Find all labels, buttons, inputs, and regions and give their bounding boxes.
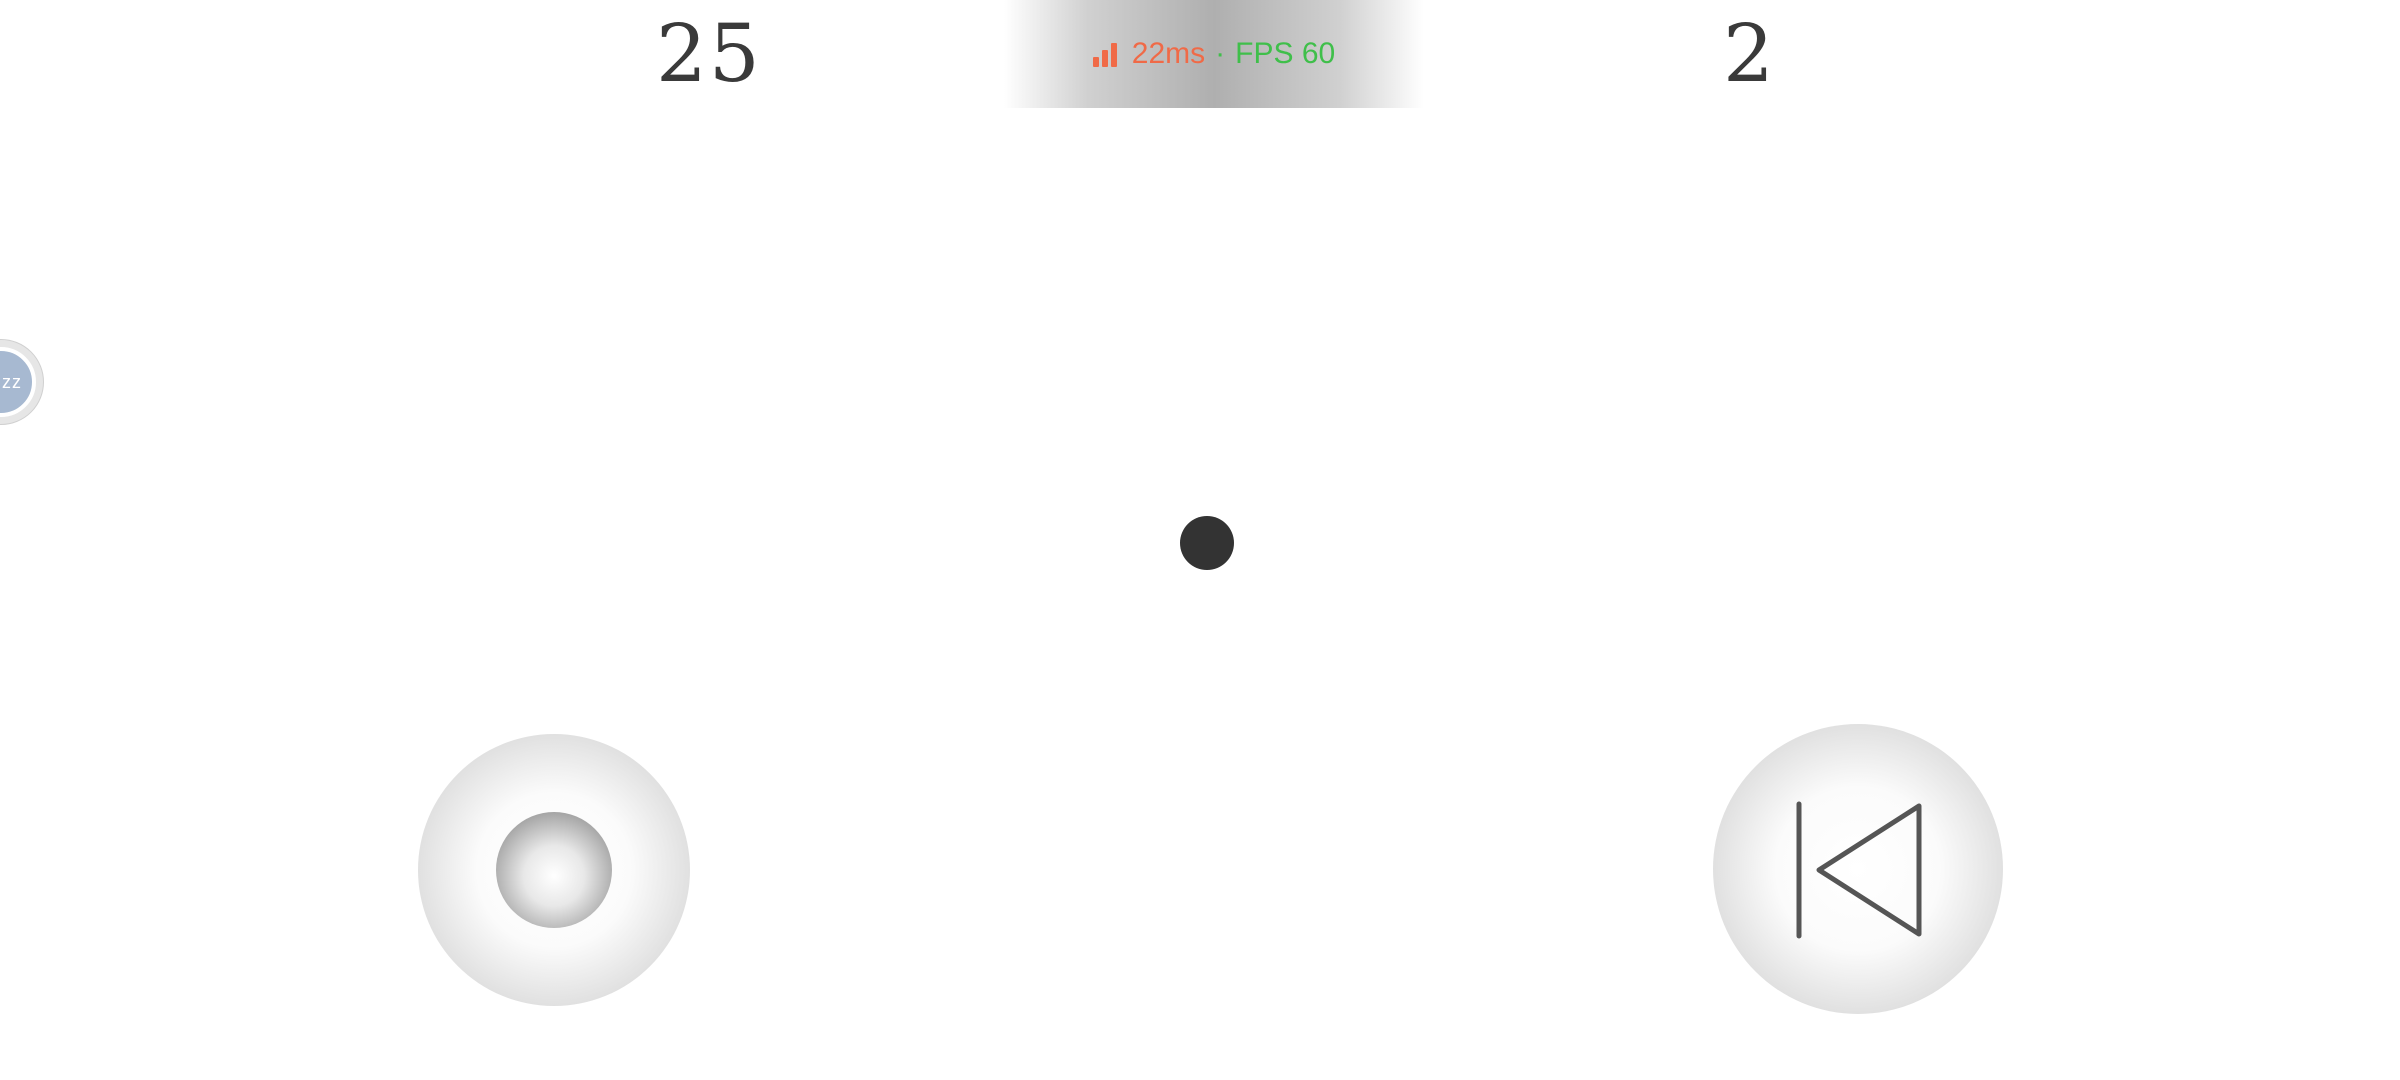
left-score: 25 — [656, 7, 762, 100]
separator-dot: · — [1215, 37, 1226, 70]
sleep-bubble-icon: zz — [0, 347, 36, 417]
right-score: 2 — [1723, 7, 1776, 100]
latency-readout: 22ms — [1131, 37, 1206, 70]
skip-back-button[interactable] — [1713, 724, 2003, 1014]
sleep-bubble-button[interactable]: zz — [0, 339, 44, 425]
signal-bars-icon — [1092, 41, 1120, 67]
performance-overlay: 22ms · FPS 60 — [1004, 0, 1424, 108]
skip-back-icon — [1796, 801, 1922, 939]
joystick-knob-icon[interactable] — [496, 812, 612, 928]
fps-readout: FPS 60 — [1235, 37, 1336, 70]
ball — [1180, 516, 1234, 570]
joystick-control[interactable] — [418, 734, 690, 1006]
